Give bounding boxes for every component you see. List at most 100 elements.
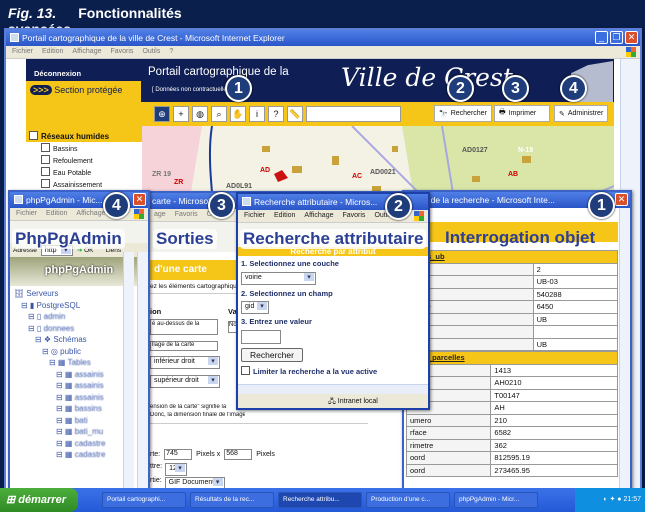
menu-item[interactable]: Affichage bbox=[304, 212, 333, 220]
legend-field[interactable]: llage de la carte bbox=[150, 341, 218, 351]
position-select-2[interactable]: supérieur droit bbox=[150, 375, 220, 388]
logout-link[interactable]: Déconnexion bbox=[34, 69, 81, 78]
zoom-rect-icon[interactable]: ⌕ bbox=[211, 106, 227, 122]
layer-item[interactable]: Refoulement bbox=[41, 155, 139, 167]
title-bar: Portail cartographique de la ville de Cr… bbox=[6, 30, 640, 46]
section-header: astre_parcelles bbox=[406, 351, 618, 365]
limit-checkbox[interactable] bbox=[241, 366, 250, 375]
layer-select[interactable]: voirie bbox=[241, 272, 316, 285]
section-protegee: >>> Section protégée bbox=[26, 81, 141, 102]
table-row: rface 6582 bbox=[405, 426, 618, 440]
menu-item[interactable]: age bbox=[154, 211, 166, 219]
imprimer-button[interactable]: 🖶 Imprimer bbox=[494, 105, 550, 122]
tree-node-icon: ⊟ ▦ bbox=[56, 415, 75, 425]
attribute-value: 6582 bbox=[490, 426, 618, 440]
taskbar-item[interactable]: phpPgAdmin - Micr... bbox=[454, 492, 538, 508]
menu-edition[interactable]: Edition bbox=[42, 48, 63, 56]
results-section-astre_parcelles: astre_parcelles1413renceAH0210roT00147ti… bbox=[405, 351, 618, 477]
menu-affichage[interactable]: Affichage bbox=[72, 48, 101, 56]
taskbar-item[interactable]: Production d'une c... bbox=[366, 492, 450, 508]
rechercher-button[interactable]: 🔭 Rechercher bbox=[434, 105, 492, 122]
zoom-out-icon[interactable]: ◍ bbox=[192, 106, 208, 122]
pan-hand-icon[interactable]: ✋ bbox=[230, 106, 246, 122]
font-label: ttre: bbox=[150, 463, 163, 470]
table-row: tionAH bbox=[405, 401, 618, 415]
menu-item[interactable]: Fichier bbox=[244, 212, 265, 220]
width-input[interactable]: 745 bbox=[164, 449, 193, 460]
menu-help[interactable]: ? bbox=[169, 48, 173, 56]
status-zone: Intranet local bbox=[337, 398, 378, 405]
phppgadmin-label: PhpPgAdmin bbox=[12, 229, 125, 249]
close-button[interactable]: ✕ bbox=[625, 31, 638, 44]
table-row: oneUB-03 bbox=[406, 275, 619, 289]
taskbar-item[interactable]: Recherche attribu... bbox=[278, 492, 362, 508]
window-title: Portail cartographique de la ville de Cr… bbox=[22, 33, 285, 43]
attribute-value: 273465.95 bbox=[490, 463, 618, 477]
zoom-full-icon[interactable]: ⊕ bbox=[154, 106, 170, 122]
menu-item[interactable]: Edition bbox=[46, 210, 67, 218]
close-button[interactable]: ✕ bbox=[133, 193, 146, 206]
table-row: endeUB bbox=[406, 337, 619, 351]
menu-item[interactable]: Favoris bbox=[175, 211, 198, 219]
zoom-in-icon[interactable]: + bbox=[173, 106, 189, 122]
height-input[interactable]: 568 bbox=[224, 449, 253, 460]
font-size-select[interactable]: 12 bbox=[165, 463, 188, 476]
admin-icon: ✎ bbox=[559, 110, 565, 118]
attribute-value: UB-03 bbox=[532, 275, 619, 289]
restore-button[interactable]: ❐ bbox=[610, 31, 623, 44]
tree-node-icon: ⊟ ▦ bbox=[56, 392, 75, 402]
rechercher-label: Rechercher bbox=[450, 110, 487, 117]
menu-outils[interactable]: Outils bbox=[142, 48, 160, 56]
title-field[interactable]: é au-dessus de la bbox=[150, 319, 218, 335]
table-row: roT00147 bbox=[405, 388, 618, 402]
minimize-button[interactable]: _ bbox=[595, 31, 608, 44]
note-text: Donc, la dimension finale de l'image bbox=[150, 412, 245, 418]
query-icon[interactable]: ? bbox=[268, 106, 284, 122]
tree-scrollbar[interactable] bbox=[123, 252, 134, 488]
table-row: umero 210 bbox=[405, 413, 618, 427]
menu-item[interactable]: Fichier bbox=[16, 210, 37, 218]
callout-3-sorties: 3 bbox=[208, 192, 235, 219]
attribute-value: 812595.19 bbox=[490, 451, 618, 465]
layer-item[interactable]: Bassins bbox=[41, 143, 139, 155]
results-scrollbar[interactable] bbox=[619, 208, 630, 488]
layer-item[interactable]: Eau Potable bbox=[41, 167, 139, 179]
recherche-label: Recherche attributaire bbox=[240, 229, 427, 249]
menu-fichier[interactable]: Fichier bbox=[12, 48, 33, 56]
field-select[interactable]: gid bbox=[241, 301, 269, 314]
coordinates-input[interactable] bbox=[306, 106, 401, 122]
menu-item[interactable]: Edition bbox=[274, 212, 295, 220]
horizontal-scrollbar[interactable] bbox=[238, 384, 428, 394]
attribute-value: 362 bbox=[490, 438, 618, 452]
results-table: zones_ub2oneUB-03ace540288imetre6450UBee… bbox=[405, 250, 619, 477]
start-button[interactable]: ⊞ démarrer bbox=[0, 488, 78, 512]
attribute-value: AH0210 bbox=[490, 376, 618, 390]
callout-1-results: 1 bbox=[588, 192, 615, 219]
binoculars-icon: 🔭 bbox=[439, 110, 448, 118]
menu-favoris[interactable]: Favoris bbox=[110, 48, 133, 56]
attribute-value: 210 bbox=[490, 413, 618, 427]
tree-node-icon: ⊟ ▦ bbox=[56, 427, 75, 436]
page-scrollbar[interactable] bbox=[137, 252, 148, 488]
tree-node-icon: ⊟ ▯ bbox=[28, 312, 44, 321]
menu-item[interactable]: Favoris bbox=[342, 212, 365, 220]
table-row: 2 bbox=[406, 262, 619, 276]
value-input[interactable] bbox=[241, 330, 281, 344]
section-title[interactable]: astre_parcelles bbox=[406, 351, 618, 365]
map-label: AD bbox=[260, 167, 270, 174]
section-title[interactable]: zones_ub bbox=[406, 250, 618, 264]
sorties-label: Sorties bbox=[153, 229, 217, 249]
taskbar-item[interactable]: Portail cartographi... bbox=[102, 492, 186, 508]
administrer-button[interactable]: ✎ Administrer bbox=[554, 105, 609, 122]
column-label: ion bbox=[150, 307, 162, 316]
menu-item[interactable]: Affichage bbox=[76, 210, 105, 218]
close-button[interactable]: ✕ bbox=[615, 193, 628, 206]
info-icon[interactable]: i bbox=[249, 106, 265, 122]
layer-group-checkbox[interactable] bbox=[29, 131, 38, 140]
callout-4-phppgadmin: 4 bbox=[103, 192, 130, 219]
rechercher-submit-button[interactable]: Rechercher bbox=[241, 348, 303, 362]
position-select-1[interactable]: inférieur droit bbox=[150, 356, 220, 369]
taskbar-item[interactable]: Résultats de la rec... bbox=[190, 492, 274, 508]
pixels-label: Pixels bbox=[256, 451, 275, 458]
measure-ruler-icon[interactable]: 📏 bbox=[287, 106, 303, 122]
